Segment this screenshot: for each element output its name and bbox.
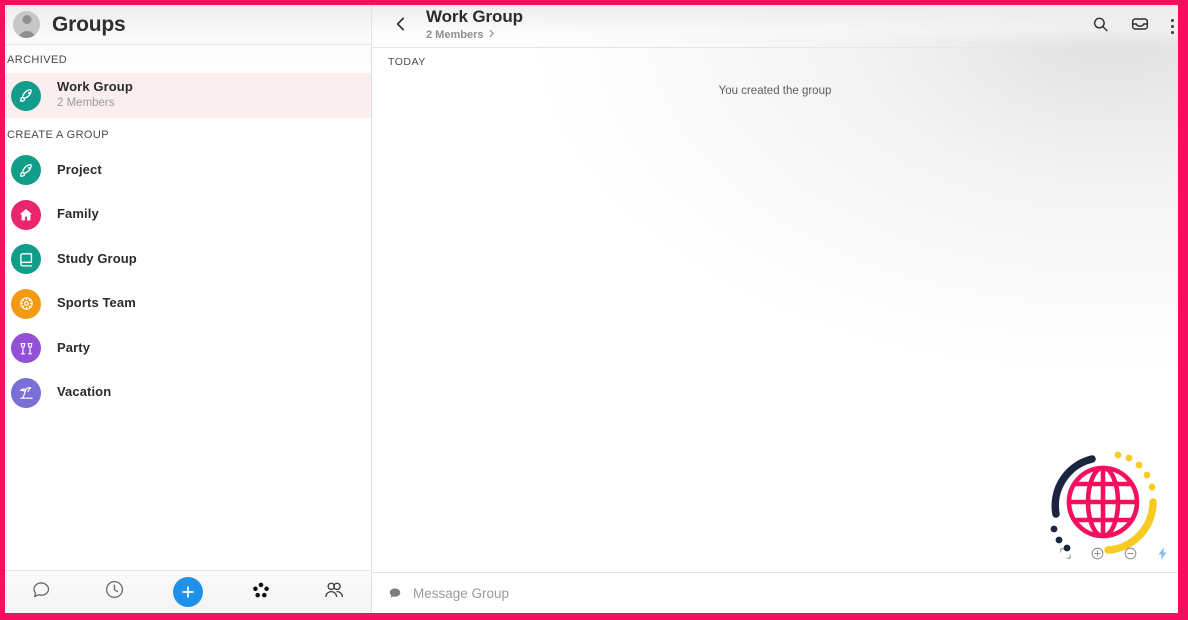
nav-chats-button[interactable] xyxy=(19,576,65,608)
chat-header: Work Group 2 Members xyxy=(372,5,1178,48)
sidebar-item-family[interactable]: Family xyxy=(5,193,371,238)
search-button[interactable] xyxy=(1088,15,1112,39)
sidebar-item-texts: Vacation xyxy=(57,384,112,400)
chevron-right-icon xyxy=(487,29,496,41)
book-icon xyxy=(11,244,41,275)
chat-header-actions xyxy=(1088,5,1178,48)
expand-icon[interactable] xyxy=(1058,546,1073,561)
sidebar-item-subtitle: 2 Members xyxy=(57,97,115,110)
chat-members-link[interactable]: 2 Members xyxy=(426,29,523,41)
bottom-navigation xyxy=(5,570,371,613)
nav-contacts-button[interactable] xyxy=(311,576,357,608)
sidebar: Groups ARCHIVED Work Group 2 Members CRE… xyxy=(5,5,372,613)
chat-header-texts: Work Group 2 Members xyxy=(426,5,523,41)
archive-button[interactable] xyxy=(1128,15,1152,39)
sidebar-item-project[interactable]: Project xyxy=(5,148,371,193)
sidebar-item-texts: Work Group 2 Members xyxy=(57,79,133,110)
nav-groups-button[interactable] xyxy=(238,576,284,608)
sidebar-item-vacation[interactable]: Vacation xyxy=(5,371,371,416)
chat-bubble-icon xyxy=(31,579,52,605)
app-frame: Groups ARCHIVED Work Group 2 Members CRE… xyxy=(0,0,1188,620)
sidebar-header: Groups xyxy=(5,5,371,45)
sidebar-item-study-group[interactable]: Study Group xyxy=(5,237,371,282)
chat-members-label: 2 Members xyxy=(426,29,484,41)
sidebar-item-label: Work Group xyxy=(57,79,133,95)
clock-icon xyxy=(104,579,125,605)
sidebar-item-texts: Family xyxy=(57,206,99,222)
section-label-archived: ARCHIVED xyxy=(7,54,68,66)
zoom-in-icon[interactable] xyxy=(1089,545,1106,562)
people-icon xyxy=(323,579,345,606)
system-message: You created the group xyxy=(718,85,832,97)
day-divider-label: TODAY xyxy=(388,56,426,68)
mini-toolbar xyxy=(1058,538,1170,568)
sidebar-item-label: Vacation xyxy=(57,384,112,400)
sidebar-item-texts: Study Group xyxy=(57,250,137,267)
section-label-create-a-group: CREATE A GROUP xyxy=(7,129,109,141)
chat-title: Work Group xyxy=(426,7,523,26)
rocket-icon xyxy=(11,155,41,186)
sidebar-item-party[interactable]: Party xyxy=(5,326,371,371)
beach-icon xyxy=(11,377,41,408)
plus-icon xyxy=(172,577,203,607)
chevron-left-icon xyxy=(392,15,410,38)
kebab-menu-icon xyxy=(1170,31,1174,34)
sidebar-item-work-group[interactable]: Work Group 2 Members xyxy=(5,73,371,118)
page-title: Groups xyxy=(52,12,126,36)
sidebar-item-label: Project xyxy=(57,161,102,177)
cheers-icon xyxy=(11,333,41,364)
lightning-icon[interactable] xyxy=(1155,545,1170,562)
inbox-icon xyxy=(1130,14,1150,39)
person-avatar-icon[interactable] xyxy=(13,11,40,38)
nav-new-button[interactable] xyxy=(165,576,211,608)
sidebar-item-label: Family xyxy=(57,206,99,222)
zoom-out-icon[interactable] xyxy=(1122,545,1139,562)
sidebar-item-label: Sports Team xyxy=(57,295,136,311)
chat-bubble-icon xyxy=(388,586,402,600)
nav-recents-button[interactable] xyxy=(92,576,138,608)
chat-panel: Work Group 2 Members TODAY You created t… xyxy=(372,5,1178,613)
ball-icon xyxy=(11,288,41,319)
kebab-menu-icon xyxy=(1170,19,1174,22)
sidebar-item-label: Party xyxy=(57,339,91,355)
back-button[interactable] xyxy=(384,5,418,47)
rocket-icon xyxy=(11,80,41,111)
message-list: TODAY You created the group xyxy=(372,48,1178,572)
sidebar-item-label: Study Group xyxy=(57,250,137,266)
kebab-menu-icon xyxy=(1170,25,1174,28)
create-group-list: Project Family Study Group Sports Team P… xyxy=(5,148,371,415)
search-icon xyxy=(1091,15,1110,39)
dots-cluster-icon xyxy=(250,579,272,606)
sidebar-item-texts: Party xyxy=(57,339,91,356)
sidebar-item-texts: Sports Team xyxy=(57,295,136,311)
message-composer[interactable] xyxy=(372,572,1178,613)
more-options-button[interactable] xyxy=(1168,15,1176,39)
sidebar-item-texts: Project xyxy=(57,161,102,178)
message-input[interactable] xyxy=(411,584,815,602)
house-icon xyxy=(11,199,41,230)
app-screen: Groups ARCHIVED Work Group 2 Members CRE… xyxy=(5,5,1178,613)
sidebar-item-sports-team[interactable]: Sports Team xyxy=(5,282,371,327)
